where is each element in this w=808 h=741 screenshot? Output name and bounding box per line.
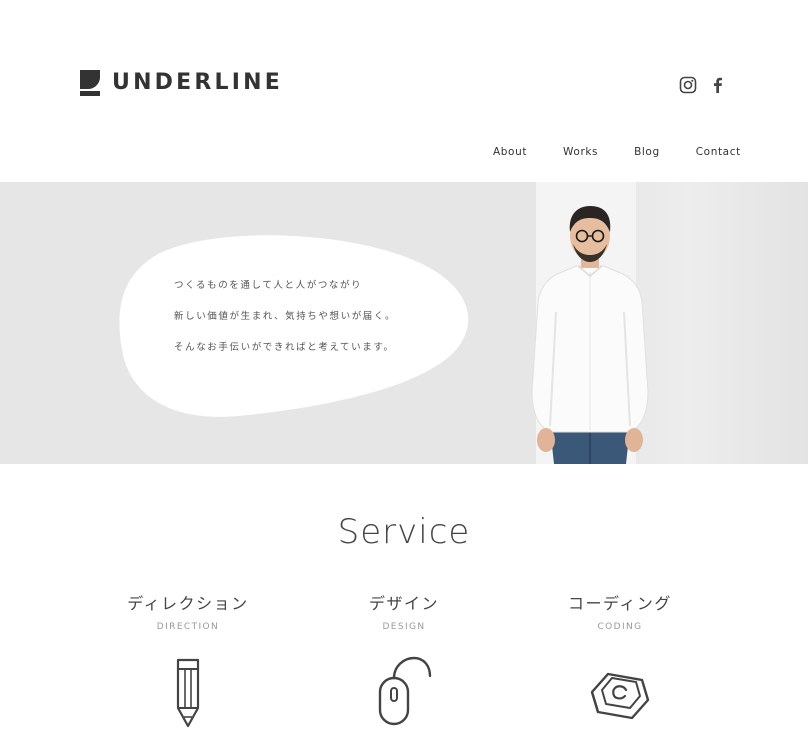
- service-heading: Service: [337, 512, 471, 552]
- service-jp-label: デザイン: [368, 594, 439, 613]
- person-photo: [531, 206, 649, 464]
- page: UNDERLINE About Works Blog Contact つくるもの…: [0, 0, 808, 741]
- facebook-icon[interactable]: [709, 76, 727, 94]
- site-logo[interactable]: UNDERLINE: [80, 70, 283, 96]
- hero-line: つくるものを通して人と人がつながり: [174, 280, 363, 291]
- nav-about[interactable]: About: [493, 146, 527, 158]
- hero-line: 新しい価値が生まれ、気持ちや想いが届く。: [174, 311, 397, 322]
- keyboard-key-icon: [590, 672, 650, 720]
- service-en-label: DESIGN: [382, 622, 426, 632]
- nav-works[interactable]: Works: [563, 146, 598, 158]
- hero-line: そんなお手伝いができればと考えています。: [174, 342, 395, 353]
- service-en-label: DIRECTION: [156, 622, 220, 632]
- instagram-icon[interactable]: [679, 76, 697, 94]
- hero: つくるものを通して人と人がつながり 新しい価値が生まれ、気持ちや想いが届く。 そ…: [0, 182, 808, 464]
- service-item-direction: ディレクション DIRECTION: [78, 594, 298, 728]
- pencil-icon: [176, 658, 200, 728]
- service-en-label: CODING: [597, 622, 643, 632]
- service-item-coding: コーディング CODING: [510, 594, 730, 726]
- nav-contact[interactable]: Contact: [696, 146, 741, 158]
- service-item-design: デザイン DESIGN: [294, 594, 514, 728]
- mouse-icon: [378, 656, 432, 726]
- logo-text: UNDERLINE: [112, 70, 283, 95]
- nav-blog[interactable]: Blog: [634, 146, 660, 158]
- logo-mark-icon: [80, 70, 100, 96]
- hero-background-wall: [636, 182, 808, 464]
- main-nav: About Works Blog Contact: [493, 146, 741, 158]
- service-jp-label: ディレクション: [127, 594, 249, 613]
- service-jp-label: コーディング: [568, 594, 672, 613]
- hero-message: つくるものを通して人と人がつながり 新しい価値が生まれ、気持ちや想いが届く。 そ…: [174, 278, 396, 371]
- social-links: [679, 76, 727, 94]
